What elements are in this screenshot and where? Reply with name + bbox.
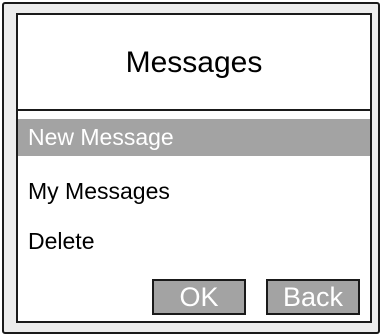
menu-item-label: Delete [28, 228, 95, 254]
device-frame: Messages New Message My Messages Delete … [2, 2, 380, 334]
back-button-label: Back [282, 281, 344, 312]
title-bar: Messages [18, 15, 370, 111]
messages-screen: Messages New Message My Messages Delete … [16, 13, 372, 323]
menu-item-my-messages[interactable]: My Messages [18, 173, 370, 210]
menu-item-new-message[interactable]: New Message [18, 119, 370, 156]
back-button[interactable]: Back [266, 279, 360, 315]
menu-item-label: New Message [28, 124, 174, 150]
menu-item-delete[interactable]: Delete [18, 223, 370, 260]
ok-button[interactable]: OK [152, 279, 246, 315]
screen-title: Messages [125, 46, 263, 79]
menu-item-label: My Messages [28, 178, 170, 204]
ok-button-label: OK [179, 281, 219, 312]
